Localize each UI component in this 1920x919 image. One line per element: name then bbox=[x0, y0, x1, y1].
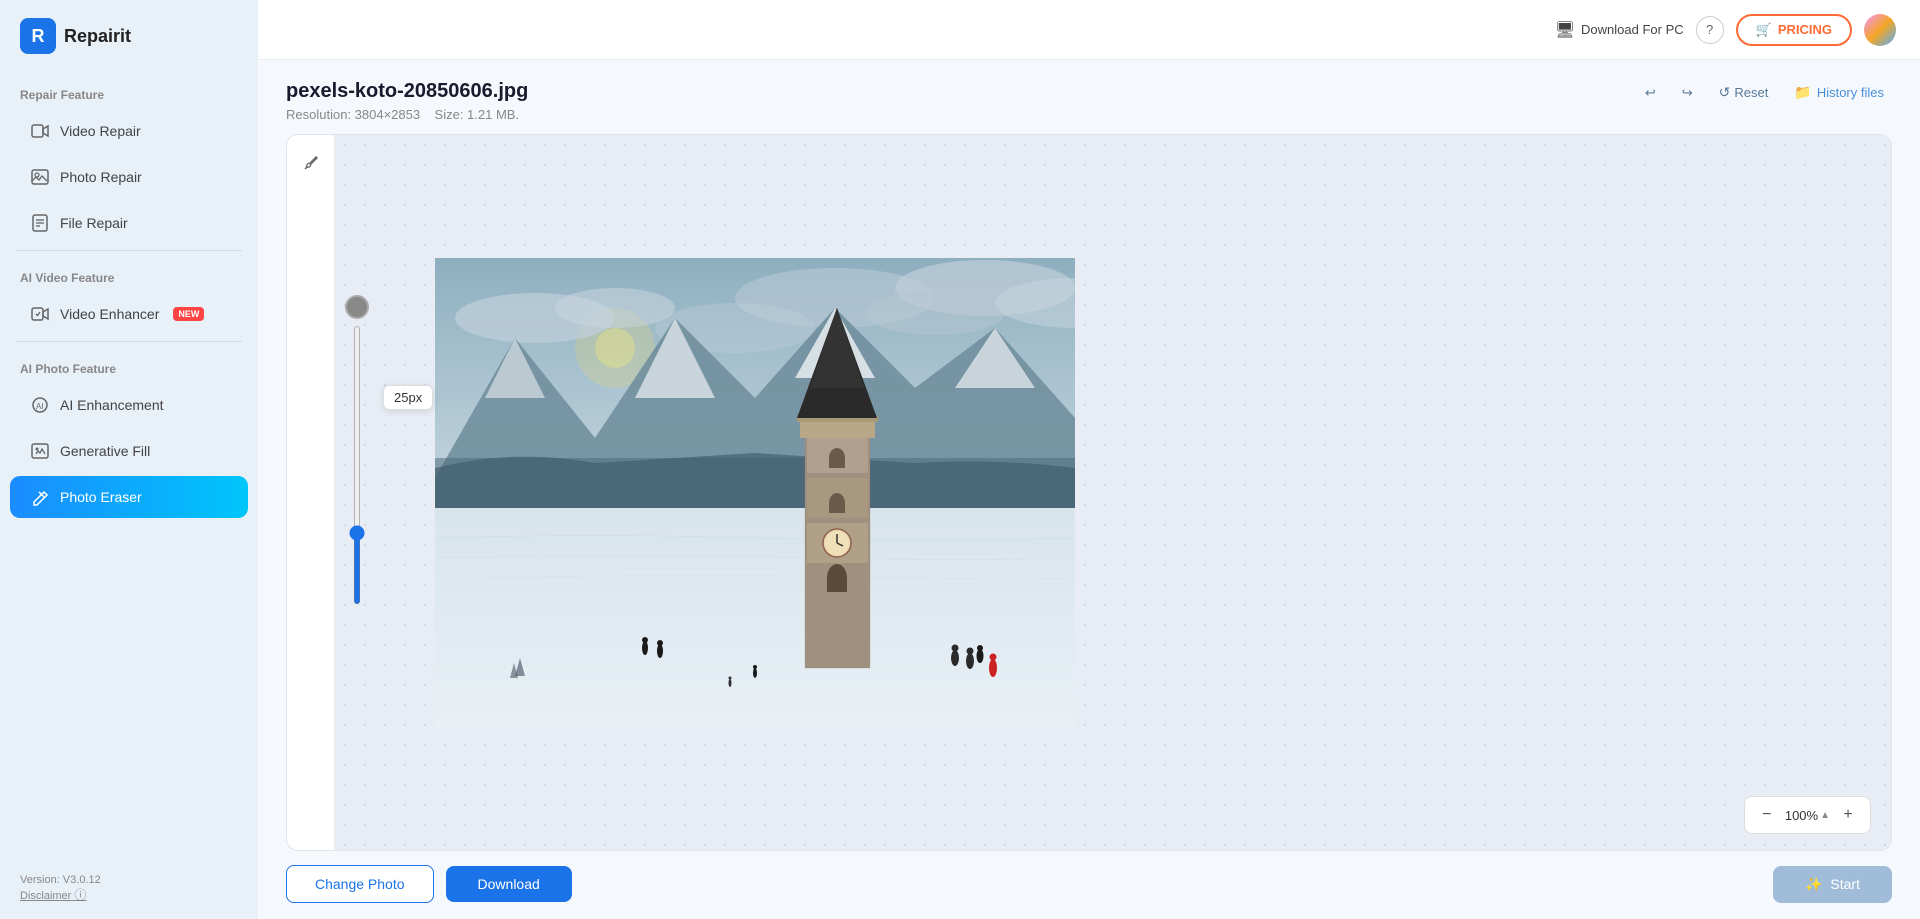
help-icon[interactable]: ? bbox=[1696, 16, 1724, 44]
sidebar-footer: Version: V3.0.12 Disclaimer ⓘ bbox=[0, 858, 258, 919]
photo-eraser-icon bbox=[30, 487, 50, 507]
file-header: pexels-koto-20850606.jpg Resolution: 380… bbox=[286, 80, 1892, 122]
zoom-in-button[interactable]: + bbox=[1836, 803, 1860, 827]
cart-icon: 🛒 bbox=[1756, 22, 1772, 38]
folder-icon: 📁 bbox=[1794, 84, 1811, 101]
file-name: pexels-koto-20850606.jpg bbox=[286, 80, 1637, 103]
zoom-percentage: 100% bbox=[1785, 808, 1818, 823]
file-resolution: Resolution: 3804×2853 bbox=[286, 107, 420, 122]
content-area: pexels-koto-20850606.jpg Resolution: 380… bbox=[258, 60, 1920, 919]
reset-icon: ↺ bbox=[1719, 84, 1731, 101]
file-meta: Resolution: 3804×2853 Size: 1.21 MB. bbox=[286, 107, 1637, 122]
download-button[interactable]: Download bbox=[446, 866, 572, 902]
redo-icon: ↪ bbox=[1682, 85, 1693, 101]
start-button[interactable]: ✨ Start bbox=[1773, 866, 1892, 903]
disclaimer-info-icon: ⓘ bbox=[74, 888, 86, 902]
main-area: 🖥 Download For PC ? 🛒 PRICING pexels-kot… bbox=[258, 0, 1920, 919]
app-logo: R Repairit bbox=[0, 0, 258, 72]
file-info: pexels-koto-20850606.jpg Resolution: 380… bbox=[286, 80, 1637, 122]
download-for-pc-button[interactable]: 🖥 Download For PC bbox=[1555, 20, 1684, 40]
video-repair-label: Video Repair bbox=[60, 123, 141, 139]
user-avatar[interactable] bbox=[1864, 14, 1896, 46]
section-title-ai-photo: AI Photo Feature bbox=[0, 346, 258, 382]
photo-display bbox=[435, 145, 1841, 840]
file-size: Size: 1.21 MB. bbox=[435, 107, 520, 122]
bottom-bar: Change Photo Download ✨ Start bbox=[286, 851, 1892, 903]
section-title-ai-video: AI Video Feature bbox=[0, 255, 258, 291]
brush-control-panel: 25px bbox=[345, 295, 369, 610]
canvas-area[interactable]: 25px bbox=[335, 135, 1891, 850]
zoom-arrow-up[interactable]: ▲ bbox=[1820, 810, 1830, 821]
generative-fill-label: Generative Fill bbox=[60, 443, 150, 459]
file-actions: ↩ ↪ ↺ Reset 📁 History files bbox=[1637, 80, 1892, 105]
section-title-repair: Repair Feature bbox=[0, 72, 258, 108]
brush-circle bbox=[345, 295, 369, 319]
pricing-button[interactable]: 🛒 PRICING bbox=[1736, 14, 1852, 46]
undo-icon: ↩ bbox=[1645, 85, 1656, 101]
divider-1 bbox=[16, 250, 242, 251]
download-pc-label: Download For PC bbox=[1581, 22, 1684, 37]
sidebar-item-file-repair[interactable]: File Repair bbox=[10, 202, 248, 244]
ai-enhancement-icon: AI bbox=[30, 395, 50, 415]
redo-button[interactable]: ↪ bbox=[1674, 81, 1701, 105]
monitor-icon: 🖥 bbox=[1555, 20, 1575, 40]
zoom-value-display: 100% ▲ bbox=[1785, 808, 1830, 823]
left-toolbar bbox=[287, 135, 335, 850]
photo-scene bbox=[435, 258, 1075, 728]
sidebar-item-video-repair[interactable]: Video Repair bbox=[10, 110, 248, 152]
version-text: Version: V3.0.12 bbox=[20, 874, 238, 886]
generative-fill-icon bbox=[30, 441, 50, 461]
sidebar: R Repairit Repair Feature Video Repair P… bbox=[0, 0, 258, 919]
app-icon: R bbox=[20, 18, 56, 54]
change-photo-button[interactable]: Change Photo bbox=[286, 865, 434, 903]
history-files-button[interactable]: 📁 History files bbox=[1786, 80, 1892, 105]
sidebar-item-ai-enhancement[interactable]: AI AI Enhancement bbox=[10, 384, 248, 426]
photo-repair-label: Photo Repair bbox=[60, 169, 142, 185]
zoom-out-button[interactable]: − bbox=[1755, 803, 1779, 827]
photo-eraser-label: Photo Eraser bbox=[60, 489, 142, 505]
brush-size-tooltip: 25px bbox=[383, 385, 433, 410]
sidebar-item-video-enhancer[interactable]: Video Enhancer NEW bbox=[10, 293, 248, 335]
sidebar-item-photo-repair[interactable]: Photo Repair bbox=[10, 156, 248, 198]
magic-wand-icon: ✨ bbox=[1805, 876, 1822, 893]
editor-area: 25px bbox=[286, 134, 1892, 851]
sidebar-item-photo-eraser[interactable]: Photo Eraser bbox=[10, 476, 248, 518]
video-enhancer-label: Video Enhancer bbox=[60, 306, 159, 322]
brush-size-slider[interactable] bbox=[354, 325, 360, 605]
app-name: Repairit bbox=[64, 26, 131, 47]
brush-tool-button[interactable] bbox=[295, 147, 327, 179]
divider-2 bbox=[16, 341, 242, 342]
new-badge: NEW bbox=[173, 307, 204, 321]
zoom-controls: − 100% ▲ + bbox=[1744, 796, 1871, 834]
sidebar-item-generative-fill[interactable]: Generative Fill bbox=[10, 430, 248, 472]
svg-text:AI: AI bbox=[36, 402, 44, 411]
disclaimer-link[interactable]: Disclaimer ⓘ bbox=[20, 886, 238, 903]
topbar: 🖥 Download For PC ? 🛒 PRICING bbox=[258, 0, 1920, 60]
undo-button[interactable]: ↩ bbox=[1637, 81, 1664, 105]
file-repair-icon bbox=[30, 213, 50, 233]
file-repair-label: File Repair bbox=[60, 215, 128, 231]
reset-button[interactable]: ↺ Reset bbox=[1711, 80, 1777, 105]
photo-repair-icon bbox=[30, 167, 50, 187]
ai-enhancement-label: AI Enhancement bbox=[60, 397, 164, 413]
video-repair-icon bbox=[30, 121, 50, 141]
video-enhancer-icon bbox=[30, 304, 50, 324]
